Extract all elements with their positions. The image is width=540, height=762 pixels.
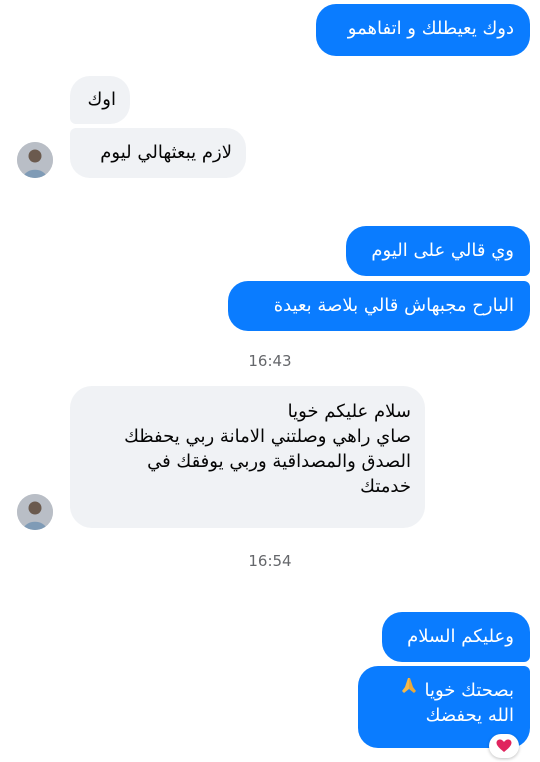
incoming-message[interactable]: اوك: [70, 76, 130, 124]
outgoing-message[interactable]: وي قالي على اليوم: [346, 226, 530, 276]
message-text: وي قالي على اليوم: [371, 240, 514, 261]
message-text: البارح مجبهاش قالي بلاصة بعيدة: [273, 295, 514, 316]
message-line: الصدق والمصداقية وربي يوفقك في: [147, 451, 411, 472]
user-avatar-icon: [17, 494, 53, 530]
message-text: بصحتك خويا: [424, 680, 514, 701]
message-text: لازم يبعثهالي ليوم: [100, 142, 232, 163]
message-text: اوك: [87, 89, 116, 110]
message-line: صاي راهي وصلتني الامانة ربي يحفظك: [124, 426, 411, 447]
message-line: الله يحفضك: [425, 705, 514, 726]
message-line: بصحتك خويا: [374, 676, 514, 703]
incoming-message[interactable]: لازم يبعثهالي ليوم: [70, 128, 246, 178]
contact-avatar[interactable]: [17, 142, 53, 178]
contact-avatar[interactable]: [17, 494, 53, 530]
folded-hands-icon: [399, 676, 419, 703]
message-line: خدمتك: [360, 476, 411, 497]
outgoing-message[interactable]: وعليكم السلام: [382, 612, 530, 662]
message-text: وعليكم السلام: [407, 626, 514, 647]
timestamp: 16:43: [248, 352, 292, 370]
user-avatar-icon: [17, 142, 53, 178]
heart-icon: [496, 739, 512, 752]
incoming-message[interactable]: سلام عليكم خويا صاي راهي وصلتني الامانة …: [70, 386, 425, 528]
reaction-heart[interactable]: [489, 734, 519, 758]
timestamp: 16:54: [248, 552, 292, 570]
outgoing-message[interactable]: دوك يعيطلك و اتفاهمو: [316, 4, 530, 56]
message-text: دوك يعيطلك و اتفاهمو: [347, 18, 514, 39]
outgoing-message[interactable]: البارح مجبهاش قالي بلاصة بعيدة: [228, 281, 530, 331]
message-line: سلام عليكم خويا: [287, 401, 411, 422]
